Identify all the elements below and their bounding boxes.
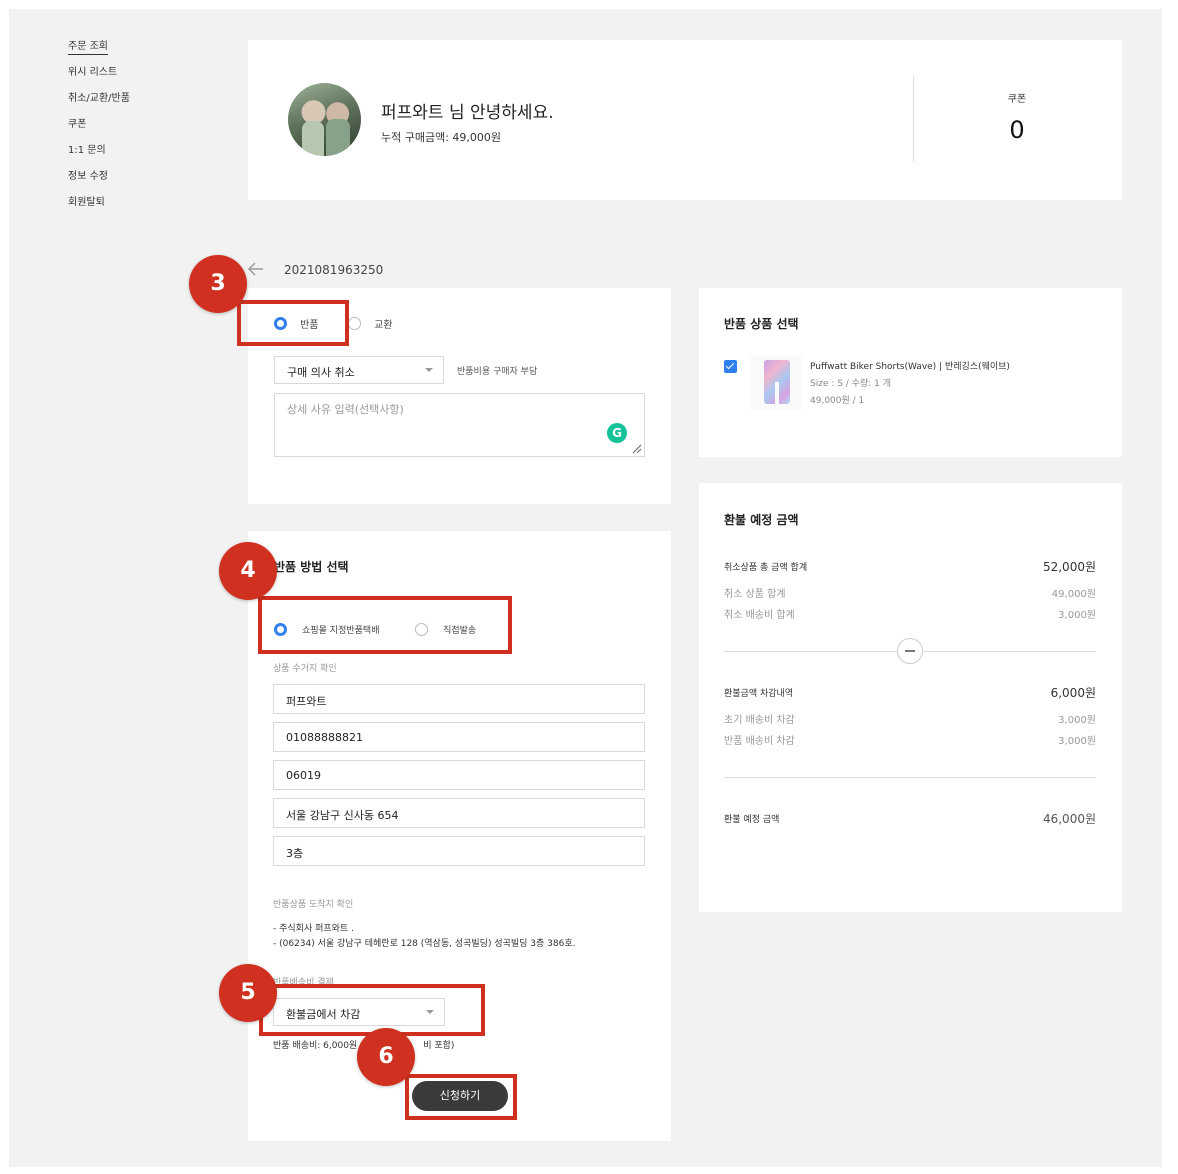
radio-exchange[interactable]: 교환 — [348, 313, 393, 332]
sidebar-item-cancel-exchange-return[interactable]: 취소/교환/반품 — [68, 92, 130, 118]
product-thumbnail — [750, 356, 802, 410]
annotation-badge-4: 4 — [219, 542, 277, 600]
annotation-badge-3: 3 — [189, 255, 247, 313]
greeting-text: 퍼프와트 님 안녕하세요. — [381, 103, 554, 123]
annotation-box-4 — [258, 596, 512, 654]
pickup-label: 상품 수거지 확인 — [273, 664, 337, 674]
cancel-items-label: 취소 상품 합계 — [724, 589, 786, 600]
fee-note-right: 비 포함) — [423, 1041, 455, 1051]
product-name: Puffwatt Biker Shorts(Wave) | 반레깅스(웨이브) — [810, 362, 1010, 372]
annotation-box-3 — [237, 300, 349, 346]
cancel-total-row: 취소상품 총 금액 합계 52,000원 — [724, 560, 1096, 574]
divider — [913, 76, 914, 162]
chevron-down-icon — [425, 368, 433, 372]
address-field[interactable]: 서울 강남구 신사동 654 — [273, 798, 645, 828]
product-option: Size : S / 수량: 1 개 — [810, 379, 892, 389]
resize-handle-icon[interactable] — [632, 444, 642, 454]
initial-shipping-label: 초기 배송비 차감 — [724, 715, 795, 726]
reason-select-value: 구매 의사 취소 — [287, 366, 355, 379]
return-method-title: 반품 방법 선택 — [274, 560, 349, 574]
sidebar: 주문 조회 위시 리스트 취소/교환/반품 쿠폰 1:1 문의 정보 수정 회원… — [68, 40, 130, 222]
product-select-card: 반품 상품 선택 Puffwatt Biker Shorts(Wave) | 반… — [699, 288, 1122, 457]
cancel-total-label: 취소상품 총 금액 합계 — [724, 563, 808, 573]
detail-reason-textarea[interactable]: 상세 사유 입력(선택사항) G — [274, 393, 645, 457]
cost-note: 반품비용 구매자 부담 — [457, 367, 538, 377]
return-shipping-row: 반품 배송비 차감 3,000원 — [724, 732, 1096, 747]
refund-title: 환불 예정 금액 — [724, 513, 799, 527]
annotation-badge-6: 6 — [357, 1028, 415, 1086]
sidebar-item-wishlist[interactable]: 위시 리스트 — [68, 66, 130, 92]
deduct-row: 환불금액 차감내역 6,000원 — [724, 686, 1096, 700]
annotation-box-5 — [259, 984, 485, 1036]
arrival-label: 반품상품 도착지 확인 — [273, 900, 354, 910]
product-select-title: 반품 상품 선택 — [724, 317, 799, 331]
accumulated-purchase: 누적 구매금액: 49,000원 — [381, 131, 502, 144]
cancel-items-row: 취소 상품 합계 49,000원 — [724, 585, 1096, 600]
coupon-label: 쿠폰 — [1007, 94, 1027, 105]
minus-icon — [897, 638, 923, 664]
avatar — [288, 83, 361, 156]
detail-reason-placeholder: 상세 사유 입력(선택사항) — [287, 403, 404, 416]
divider — [724, 777, 1096, 778]
deduct-value: 6,000원 — [1050, 686, 1096, 700]
sidebar-item-order-lookup[interactable]: 주문 조회 — [68, 40, 130, 66]
annotation-box-6 — [405, 1074, 517, 1120]
sidebar-item-edit-info[interactable]: 정보 수정 — [68, 170, 130, 196]
cancel-shipping-row: 취소 배송비 합계 3,000원 — [724, 606, 1096, 621]
deduct-label: 환불금액 차감내역 — [724, 689, 794, 699]
cancel-items-value: 49,000원 — [1051, 589, 1096, 600]
cancel-shipping-label: 취소 배송비 합계 — [724, 610, 795, 621]
phone-field[interactable]: 01088888821 — [273, 722, 645, 752]
annotation-badge-5: 5 — [219, 964, 277, 1022]
product-price: 49,000원 / 1 — [810, 396, 865, 406]
coupon-count[interactable]: 0 — [988, 116, 1046, 144]
arrival-address: - (06234) 서울 강남구 테헤란로 128 (역삼동, 성곡빌딩) 성곡… — [273, 939, 576, 949]
zip-field[interactable]: 06019 — [273, 760, 645, 790]
radio-exchange-label: 교환 — [374, 320, 393, 331]
back-arrow-icon[interactable] — [247, 260, 265, 278]
grammarly-icon[interactable]: G — [607, 423, 627, 443]
cancel-shipping-value: 3,000원 — [1058, 610, 1096, 621]
refund-card: 환불 예정 금액 취소상품 총 금액 합계 52,000원 취소 상품 합계 4… — [699, 483, 1122, 912]
fee-note-left: 반품 배송비: 6,000원 — [273, 1041, 358, 1051]
arrival-company: - 주식회사 퍼프와트 . — [273, 924, 354, 934]
reason-select[interactable]: 구매 의사 취소 — [274, 356, 444, 384]
cancel-total-value: 52,000원 — [1042, 560, 1096, 574]
address-detail-field[interactable]: 3층 — [273, 836, 645, 866]
name-field[interactable]: 퍼프와트 — [273, 684, 645, 714]
initial-shipping-value: 3,000원 — [1058, 715, 1096, 726]
expected-refund-label: 환불 예정 금액 — [724, 815, 780, 825]
sidebar-item-inquiry[interactable]: 1:1 문의 — [68, 144, 130, 170]
order-number: 2021081963250 — [284, 263, 384, 277]
radio-exchange-indicator[interactable] — [348, 317, 361, 330]
expected-refund-value: 46,000원 — [1042, 812, 1096, 826]
return-shipping-value: 3,000원 — [1058, 736, 1096, 747]
return-shipping-label: 반품 배송비 차감 — [724, 736, 795, 747]
expected-refund-row: 환불 예정 금액 46,000원 — [724, 812, 1096, 826]
sidebar-item-withdraw[interactable]: 회원탈퇴 — [68, 196, 130, 222]
initial-shipping-row: 초기 배송비 차감 3,000원 — [724, 711, 1096, 726]
profile-card: 퍼프와트 님 안녕하세요. 누적 구매금액: 49,000원 쿠폰 0 — [248, 40, 1122, 200]
sidebar-item-label: 주문 조회 — [68, 41, 108, 55]
product-checkbox[interactable] — [724, 360, 737, 373]
sidebar-item-coupon[interactable]: 쿠폰 — [68, 118, 130, 144]
